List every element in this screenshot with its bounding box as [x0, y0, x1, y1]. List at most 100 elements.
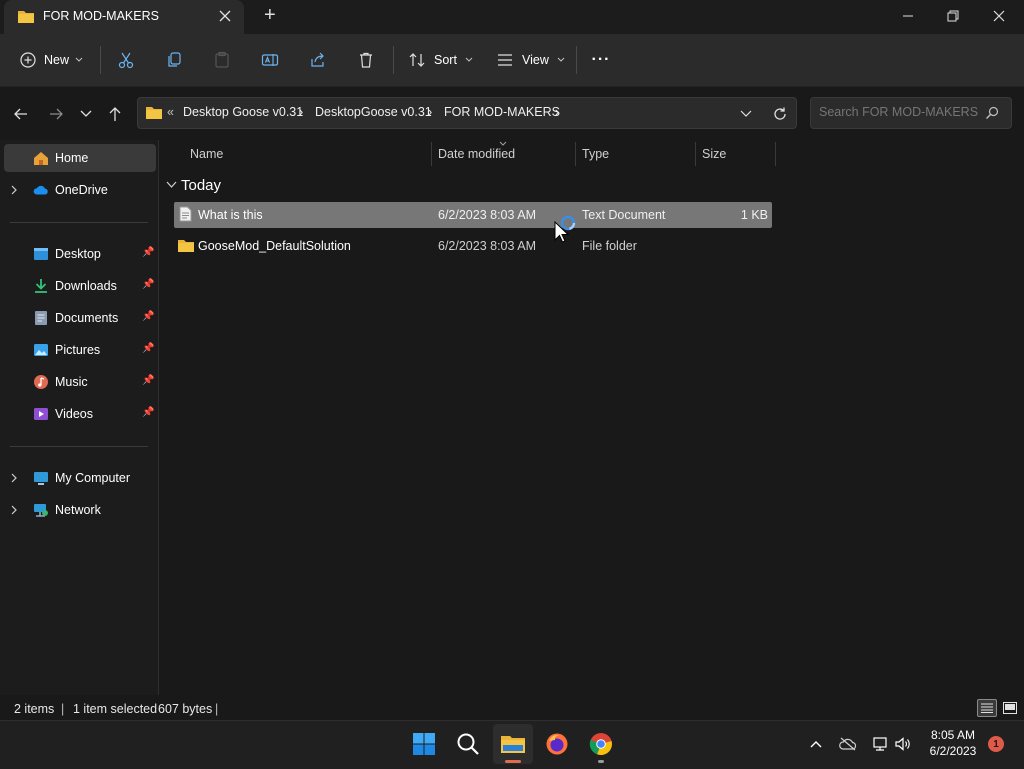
copy-icon — [165, 51, 183, 69]
large-icons-view-button[interactable] — [1000, 699, 1020, 717]
desktop-icon — [33, 240, 49, 268]
sidebar-item-music[interactable]: Music 📌 — [4, 368, 156, 396]
new-tab-button[interactable]: + — [264, 4, 276, 27]
rename-button[interactable] — [254, 44, 286, 76]
breadcrumb-desktop-goose[interactable]: Desktop Goose v0.31 — [183, 105, 303, 119]
expand-chevron-icon[interactable] — [11, 473, 17, 483]
search-box[interactable] — [810, 97, 1012, 129]
show-hidden-icons-button[interactable] — [805, 733, 827, 755]
search-input[interactable] — [819, 105, 979, 119]
copy-button[interactable] — [158, 44, 190, 76]
file-date: 6/2/2023 8:03 AM — [438, 208, 536, 222]
volume-icon[interactable] — [892, 733, 914, 755]
column-separator[interactable] — [775, 142, 776, 166]
close-tab-icon[interactable] — [218, 9, 232, 23]
close-window-button[interactable] — [976, 0, 1022, 32]
view-icon — [496, 52, 514, 68]
paste-icon — [213, 51, 231, 69]
taskbar-chrome[interactable] — [581, 724, 621, 764]
taskbar-search-button[interactable] — [448, 724, 488, 764]
cut-button[interactable] — [110, 44, 142, 76]
sidebar-item-downloads[interactable]: Downloads 📌 — [4, 272, 156, 300]
firefox-icon — [545, 732, 569, 756]
breadcrumb-separator[interactable]: › — [428, 105, 432, 119]
running-indicator — [598, 760, 604, 763]
expand-chevron-icon[interactable] — [11, 185, 17, 195]
up-button[interactable] — [101, 100, 129, 128]
column-header-name[interactable]: Name — [190, 147, 223, 161]
taskbar-file-explorer[interactable] — [493, 724, 533, 764]
sidebar-label: Network — [55, 503, 101, 517]
expand-chevron-icon[interactable] — [11, 505, 17, 515]
new-button[interactable]: New — [14, 44, 90, 76]
group-header-today[interactable]: Today — [181, 177, 221, 194]
sidebar-label: Pictures — [55, 343, 101, 357]
address-history-dropdown[interactable] — [732, 100, 760, 128]
sort-indicator-icon — [499, 141, 507, 146]
start-button[interactable] — [404, 724, 444, 764]
pin-icon: 📌 — [142, 247, 155, 258]
breadcrumb-separator[interactable]: › — [555, 105, 559, 119]
file-explorer-icon — [500, 733, 526, 755]
sidebar-divider — [10, 446, 148, 447]
group-collapse-icon[interactable] — [166, 181, 177, 189]
search-icon — [985, 106, 999, 120]
paste-button[interactable] — [206, 44, 238, 76]
text-document-icon — [179, 206, 192, 222]
back-button[interactable] — [7, 100, 35, 128]
details-view-button[interactable] — [977, 699, 997, 717]
folder-icon — [145, 105, 163, 120]
clock-date: 6/2/2023 — [929, 744, 977, 758]
refresh-button[interactable] — [766, 100, 794, 128]
tab-for-mod-makers[interactable]: FOR MOD-MAKERS — [4, 0, 244, 34]
toolbar-divider — [100, 46, 101, 74]
clock[interactable]: 8:05 AM 6/2/2023 — [918, 727, 988, 759]
sidebar-item-videos[interactable]: Videos 📌 — [4, 400, 156, 428]
sidebar-label: Documents — [55, 311, 119, 325]
computer-icon — [33, 464, 49, 492]
column-separator[interactable] — [695, 142, 696, 166]
sidebar-item-desktop[interactable]: Desktop 📌 — [4, 240, 156, 268]
status-item-count: 2 items — [14, 702, 55, 716]
sidebar-label: Videos — [55, 407, 93, 421]
home-icon — [33, 144, 49, 172]
address-overflow[interactable]: « — [167, 105, 174, 119]
sidebar-label: Desktop — [55, 247, 101, 261]
column-header-date[interactable]: Date modified — [438, 147, 515, 161]
column-separator[interactable] — [575, 142, 576, 166]
sort-button[interactable]: Sort — [402, 44, 478, 76]
forward-button[interactable] — [42, 100, 70, 128]
notification-badge[interactable]: 1 — [988, 736, 1004, 752]
restore-button[interactable] — [930, 0, 976, 32]
breadcrumb-desktopgoose[interactable]: DesktopGoose v0.31 — [315, 105, 432, 119]
sidebar-item-my-computer[interactable]: My Computer — [4, 464, 156, 492]
sidebar-label: Music — [55, 375, 88, 389]
taskbar-firefox[interactable] — [537, 724, 577, 764]
sidebar-item-pictures[interactable]: Pictures 📌 — [4, 336, 156, 364]
breadcrumb-for-mod-makers[interactable]: FOR MOD-MAKERS — [444, 105, 560, 119]
status-divider: | — [61, 702, 65, 716]
column-separator[interactable] — [431, 142, 432, 166]
minimize-button[interactable] — [885, 0, 931, 32]
file-row-goosemod-defaultsolution[interactable]: GooseMod_DefaultSolution 6/2/2023 8:03 A… — [174, 233, 772, 259]
sidebar-item-onedrive[interactable]: OneDrive — [4, 176, 156, 204]
delete-button[interactable] — [350, 44, 382, 76]
column-header-type[interactable]: Type — [582, 147, 609, 161]
sidebar-label: Home — [55, 151, 89, 165]
file-name: What is this — [198, 208, 263, 222]
breadcrumb-separator[interactable]: › — [299, 105, 303, 119]
share-button[interactable] — [302, 44, 334, 76]
folder-icon — [177, 238, 195, 253]
sidebar-item-documents[interactable]: Documents 📌 — [4, 304, 156, 332]
onedrive-offline-icon[interactable] — [837, 733, 859, 755]
view-button[interactable]: View — [490, 44, 566, 76]
sidebar-item-network[interactable]: Network — [4, 496, 156, 524]
network-status-icon[interactable] — [869, 733, 891, 755]
recent-locations-button[interactable] — [72, 100, 100, 128]
file-row-what-is-this[interactable]: What is this 6/2/2023 8:03 AM Text Docum… — [174, 202, 772, 228]
cut-icon — [117, 51, 135, 69]
column-header-size[interactable]: Size — [702, 147, 726, 161]
sidebar-item-home[interactable]: Home — [4, 144, 156, 172]
file-type: Text Document — [582, 208, 666, 222]
more-options-button[interactable]: ··· — [585, 44, 617, 76]
